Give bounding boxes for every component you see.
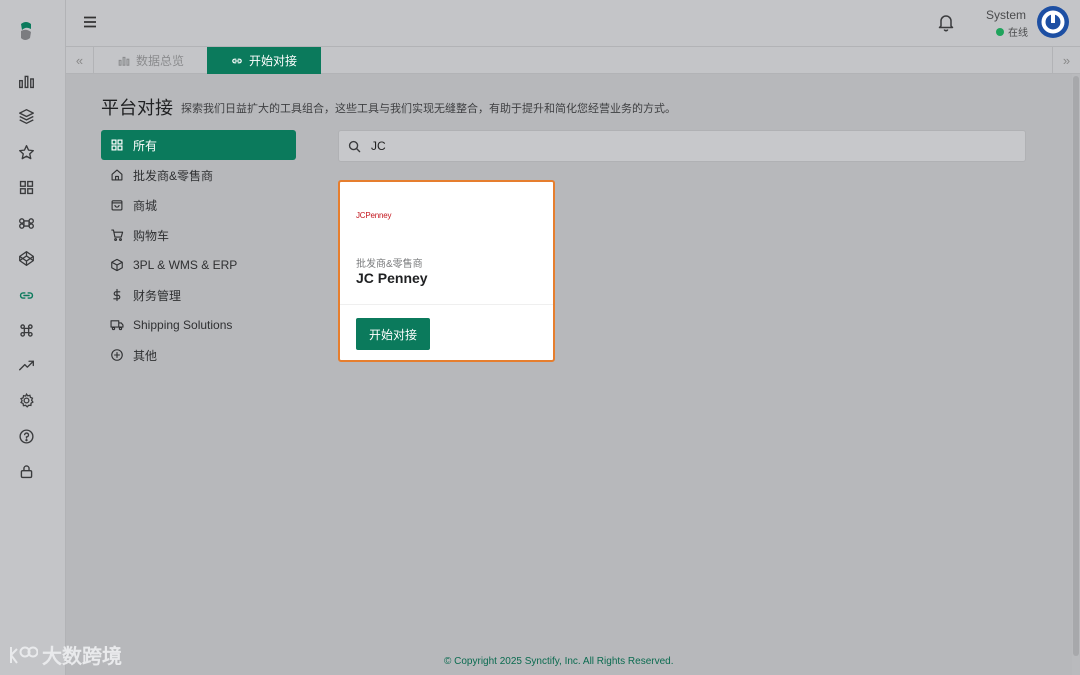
category-all[interactable]: 所有 [101,130,296,160]
category-label: 购物车 [133,228,170,243]
page-description: 探索我们日益扩大的工具组合，这些工具与我们实现无缝整合，有助于提升和简化您经营业… [181,103,676,115]
grid-icon [111,139,123,151]
search-icon [348,140,361,153]
category-shipping-solutions[interactable]: Shipping Solutions [101,310,296,340]
box-icon [111,258,123,272]
user-avatar[interactable] [1037,6,1069,38]
category-label: 商城 [133,198,158,213]
chart-icon [118,56,130,66]
user-status: 在线 [996,24,1028,39]
left-icon-rail [0,0,66,675]
category-label: 财务管理 [133,288,182,303]
dollar-icon [113,288,121,302]
rail-codepen-icon[interactable] [16,248,36,268]
rail-command-icon[interactable] [16,213,36,233]
start-integration-button[interactable]: 开始对接 [356,318,430,350]
category-cart[interactable]: 购物车 [101,220,296,250]
card-divider [340,304,553,305]
card-category: 批发商&零售商 [356,259,423,270]
watermark-logo-icon [10,646,38,664]
page-title: 平台对接 [101,98,173,118]
category-label: 3PL & WMS & ERP [133,258,238,272]
card-title: JC Penney [356,270,428,286]
store-icon [111,169,123,181]
tabs-scroll-right-icon[interactable]: » [1052,47,1080,74]
user-name: System [986,8,1027,22]
rail-star-icon[interactable] [16,142,36,162]
tab-label: 数据总览 [136,54,185,68]
rail-lock-icon[interactable] [16,461,36,481]
app-logo-icon[interactable] [17,20,35,42]
tab-label: 开始对接 [248,54,297,68]
watermark-text: 大数跨境 [42,646,122,668]
category-label: Shipping Solutions [133,318,233,332]
rail-layers-icon[interactable] [16,106,36,126]
category-other[interactable]: 其他 [101,340,296,370]
page-scrollbar-thumb[interactable] [1073,76,1079,656]
category-mall[interactable]: 商城 [101,190,296,220]
online-dot-icon [996,27,1004,36]
rail-dashboard-chart-icon[interactable] [16,71,36,91]
rail-command-2-icon[interactable] [16,320,36,340]
search-box [338,130,1026,162]
category-finance[interactable]: 财务管理 [101,280,296,310]
category-wholesale-retail[interactable]: 批发商&零售商 [101,160,296,190]
menu-toggle-icon[interactable] [82,14,98,30]
tab-start-integration[interactable]: 开始对接 [207,47,321,74]
category-label: 批发商&零售商 [133,168,214,183]
rail-settings-icon[interactable] [16,390,36,410]
cart-icon [111,229,124,242]
search-input[interactable] [371,136,1011,156]
tabs-scroll-left-icon[interactable]: « [66,47,94,74]
plus-circle-icon [111,349,123,361]
category-3pl-wms-erp[interactable]: 3PL & WMS & ERP [101,250,296,280]
rail-trending-icon[interactable] [16,355,36,375]
watermark: 大数跨境 [8,640,122,669]
shopping-bag-icon [111,200,123,211]
integration-card[interactable]: JCPenney 批发商&零售商 JC Penney 开始对接 [338,180,555,362]
link-icon [232,58,242,63]
category-label: 其他 [133,348,158,363]
footer-copyright: © Copyright 2025 Synctify, Inc. All Righ… [444,656,674,667]
tabs-bar: « 数据总览 开始对接 » [66,46,1080,74]
tab-data-overview[interactable]: 数据总览 [106,47,196,74]
notification-bell-icon[interactable] [936,12,956,32]
rail-link-icon[interactable] [16,285,36,305]
truck-icon [110,320,124,331]
jcpenney-logo: JCPenney [356,211,392,220]
category-label: 所有 [133,138,158,153]
rail-help-icon[interactable] [16,426,36,446]
top-bar: System 在线 [66,0,1080,46]
rail-grid-icon[interactable] [16,177,36,197]
user-status-label: 在线 [1008,28,1028,39]
